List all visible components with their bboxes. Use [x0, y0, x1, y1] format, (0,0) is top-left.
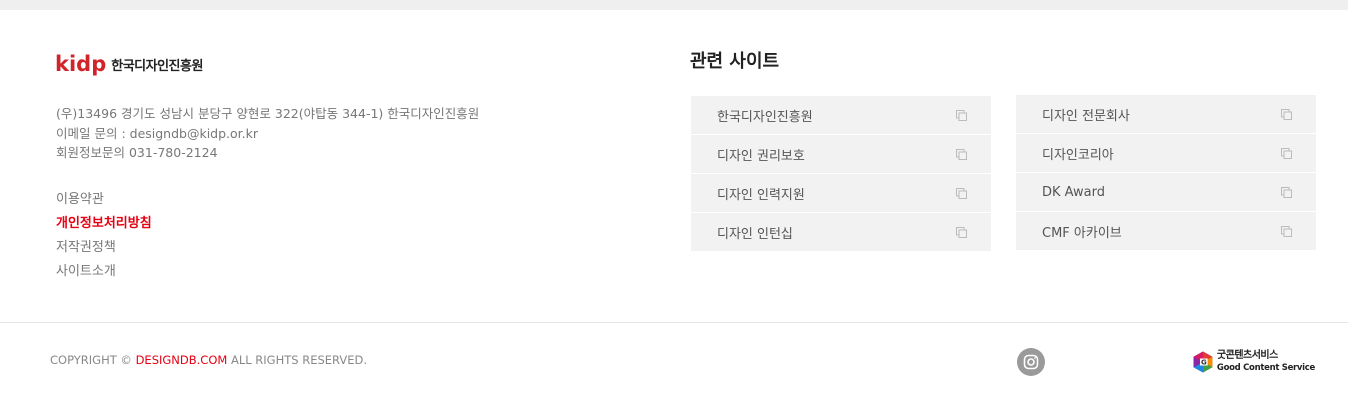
good-content-service-badge[interactable]: G 굿콘텐츠서비스 Good Content Service — [1193, 343, 1315, 381]
terms-link[interactable]: 이용약관 — [56, 188, 152, 212]
privacy-policy-link[interactable]: 개인정보처리방침 — [56, 212, 152, 236]
copyright-text: COPYRIGHT © DESIGNDB.COM ALL RIGHTS RESE… — [50, 353, 367, 367]
footer-links: 이용약관 개인정보처리방침 저작권정책 사이트소개 — [56, 188, 152, 284]
phone-text: 회원정보문의 031-780-2124 — [56, 145, 218, 160]
copyright-prefix: COPYRIGHT © — [50, 353, 136, 367]
related-site-label: 디자인 권리보호 — [717, 148, 805, 164]
external-link-icon — [1281, 109, 1292, 120]
gcs-english-label: Good Content Service — [1216, 363, 1315, 373]
related-site-link[interactable]: 한국디자인진흥원 — [691, 96, 991, 134]
address-text: (우)13496 경기도 성남시 분당구 양현로 322(야탑동 344-1) … — [56, 106, 480, 121]
related-site-link[interactable]: CMF 아카이브 — [1016, 212, 1316, 250]
related-site-label: DK Award — [1042, 184, 1106, 200]
kidp-logo[interactable]: kidp 한국디자인진흥원 — [55, 50, 203, 78]
external-link-icon — [1281, 187, 1292, 198]
related-site-label: 디자인 전문회사 — [1042, 108, 1130, 124]
related-site-label: 한국디자인진흥원 — [717, 109, 813, 125]
related-sites-left-column: 한국디자인진흥원 디자인 권리보호 디자인 인력지원 디자인 인턴십 — [691, 96, 991, 252]
external-link-icon — [956, 149, 967, 160]
top-border-bar — [0, 0, 1348, 10]
footer-divider — [0, 322, 1348, 323]
gcs-korean-label: 굿콘텐츠서비스 — [1216, 350, 1278, 361]
related-site-label: 디자인 인턴십 — [717, 226, 793, 242]
related-site-link[interactable]: 디자인코리아 — [1016, 134, 1316, 172]
external-link-icon — [956, 110, 967, 121]
email-text: 이메일 문의 : designdb@kidp.or.kr — [56, 125, 259, 141]
copyright-brand: DESIGNDB.COM — [135, 353, 228, 367]
external-link-icon — [1281, 148, 1292, 159]
related-site-label: 디자인 인력지원 — [717, 187, 805, 203]
logo-org-name: 한국디자인진흥원 — [111, 58, 203, 74]
copyright-policy-link[interactable]: 저작권정책 — [56, 236, 152, 260]
site-intro-link[interactable]: 사이트소개 — [56, 260, 152, 284]
svg-text:G: G — [1201, 358, 1207, 367]
related-site-link[interactable]: 디자인 인력지원 — [691, 174, 991, 212]
contact-info: (우)13496 경기도 성남시 분당구 양현로 322(야탑동 344-1) … — [56, 104, 479, 163]
related-site-link[interactable]: 디자인 권리보호 — [691, 135, 991, 173]
related-sites-title: 관련 사이트 — [690, 51, 780, 72]
gcs-hexagon-icon: G — [1193, 351, 1213, 373]
related-site-label: 디자인코리아 — [1042, 147, 1114, 163]
external-link-icon — [1281, 226, 1292, 237]
related-site-link[interactable]: 디자인 전문회사 — [1016, 95, 1316, 133]
logo-mark: kidp — [55, 51, 107, 76]
instagram-button[interactable] — [1017, 348, 1045, 376]
related-sites-right-column: 디자인 전문회사 디자인코리아 DK Award CMF 아카이브 — [1016, 95, 1316, 251]
related-site-link[interactable]: 디자인 인턴십 — [691, 213, 991, 251]
copyright-suffix: ALL RIGHTS RESERVED. — [227, 353, 368, 367]
external-link-icon — [956, 188, 967, 199]
related-site-link[interactable]: DK Award — [1016, 173, 1316, 211]
instagram-icon — [1023, 354, 1039, 370]
related-site-label: CMF 아카이브 — [1042, 225, 1122, 241]
external-link-icon — [956, 227, 967, 238]
